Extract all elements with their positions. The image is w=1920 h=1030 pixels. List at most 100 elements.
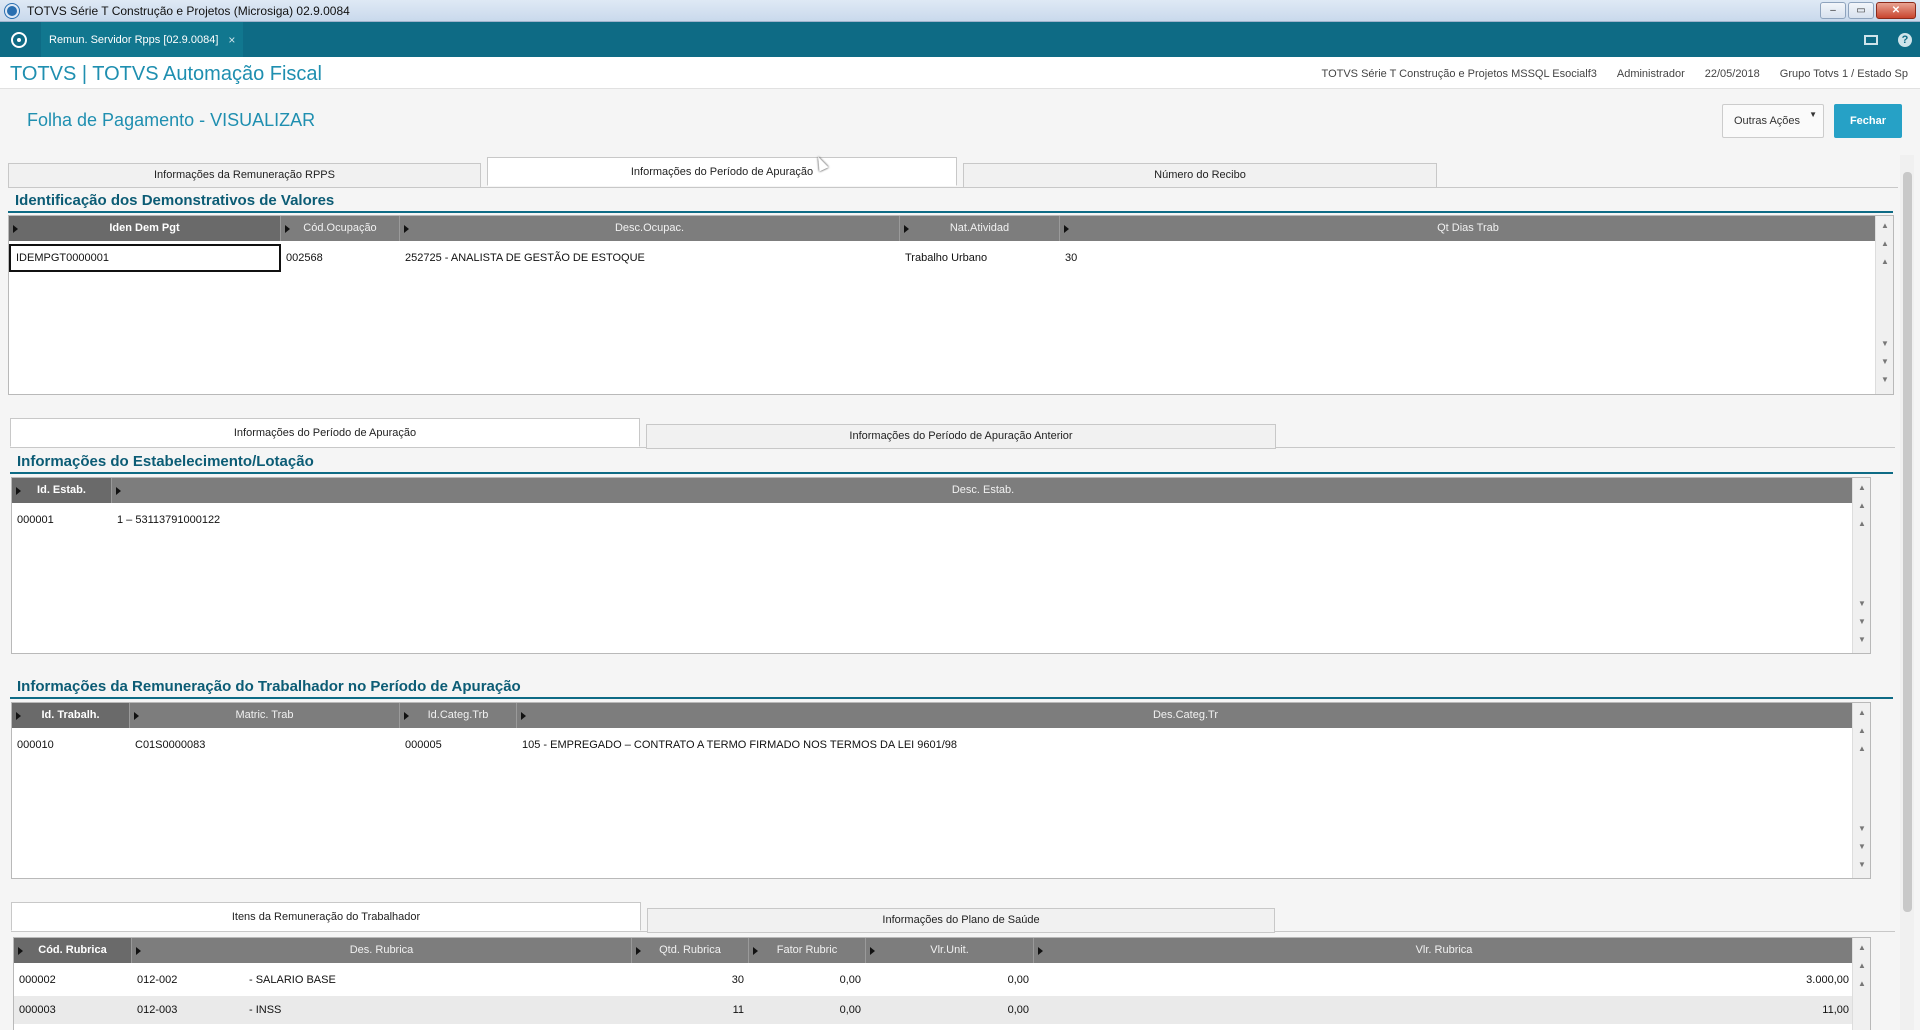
column-header[interactable]: Cód.Ocupação bbox=[281, 216, 400, 241]
table-row[interactable]: 000001 1 – 53113791000122 bbox=[12, 506, 712, 534]
column-header[interactable]: Vlr.Unit. bbox=[866, 938, 1034, 963]
scroll-page-down-icon[interactable]: ▼ bbox=[1856, 841, 1868, 853]
tab-periodo-apuracao[interactable]: Informações do Período de Apuração bbox=[487, 157, 957, 186]
sort-icon bbox=[136, 947, 141, 955]
vertical-scrollbar[interactable]: ▲ ▲ ▲ ▼ ▼ ▼ bbox=[1852, 703, 1870, 878]
table-cell[interactable]: 252725 - ANALISTA DE GESTÃO DE ESTOQUE bbox=[400, 244, 900, 272]
vertical-scrollbar[interactable]: ▲ ▲ ▲ ▼ ▼ ▼ bbox=[1852, 478, 1870, 653]
other-actions-button[interactable]: Outras Ações ▼ bbox=[1722, 104, 1824, 138]
column-header[interactable]: Id.Categ.Trb bbox=[400, 703, 517, 728]
table-row[interactable]: 000003 012-003 - INSS 11 0,00 0,00 11,00 bbox=[14, 996, 1854, 1024]
column-header[interactable]: Cód. Rubrica bbox=[14, 938, 132, 963]
scroll-top-icon[interactable]: ▲ bbox=[1856, 707, 1868, 719]
scroll-down-icon[interactable]: ▼ bbox=[1856, 598, 1868, 610]
table-cell[interactable]: 000002 bbox=[14, 966, 132, 994]
table-cell[interactable]: Trabalho Urbano bbox=[900, 244, 1060, 272]
close-tab-icon[interactable]: × bbox=[228, 33, 235, 47]
scroll-bottom-icon[interactable]: ▼ bbox=[1856, 634, 1868, 646]
table-cell[interactable]: - SALARIO BASE bbox=[244, 966, 632, 994]
table-cell[interactable]: 000003 bbox=[14, 996, 132, 1024]
table-cell[interactable]: C01S0000083 bbox=[130, 731, 400, 759]
column-header[interactable]: Fator Rubric bbox=[749, 938, 866, 963]
table-cell[interactable]: 1 – 53113791000122 bbox=[112, 506, 712, 534]
tab-plano-saude[interactable]: Informações do Plano de Saúde bbox=[647, 908, 1275, 933]
maximize-button[interactable]: ▭ bbox=[1848, 2, 1874, 19]
help-icon[interactable]: ? bbox=[1898, 32, 1912, 47]
grid-estabelecimento[interactable]: Id. Estab. Desc. Estab. 000001 1 – 53113… bbox=[11, 477, 1871, 654]
main-vertical-scrollbar[interactable] bbox=[1900, 155, 1914, 1030]
scroll-page-down-icon[interactable]: ▼ bbox=[1856, 616, 1868, 628]
scroll-thumb[interactable] bbox=[1903, 172, 1912, 912]
tab-remun-servidor[interactable]: Remun. Servidor Rpps [02.9.0084] × bbox=[41, 22, 244, 57]
table-cell[interactable]: 012-002 bbox=[132, 966, 244, 994]
column-header[interactable]: Des.Categ.Tr bbox=[517, 703, 1854, 728]
scroll-top-icon[interactable]: ▲ bbox=[1856, 482, 1868, 494]
column-header[interactable]: Qtd. Rubrica bbox=[632, 938, 749, 963]
column-header[interactable]: Matric. Trab bbox=[130, 703, 400, 728]
tab-periodo-apuracao-anterior[interactable]: Informações do Período de Apuração Anter… bbox=[646, 424, 1276, 449]
table-row[interactable]: 000002 012-002 - SALARIO BASE 30 0,00 0,… bbox=[14, 966, 1854, 994]
tab-periodo-apuracao-sub[interactable]: Informações do Período de Apuração bbox=[10, 418, 640, 447]
table-cell[interactable]: - INSS bbox=[244, 996, 632, 1024]
minimize-button[interactable]: – bbox=[1820, 2, 1846, 19]
grid-rubricas[interactable]: Cód. Rubrica Des. Rubrica Qtd. Rubrica F… bbox=[13, 937, 1871, 1030]
table-cell[interactable]: 30 bbox=[632, 966, 749, 994]
column-header[interactable]: Des. Rubrica bbox=[132, 938, 632, 963]
table-row[interactable]: IDEMPGT0000001 002568 252725 - ANALISTA … bbox=[9, 244, 1460, 272]
column-header[interactable]: Iden Dem Pgt bbox=[9, 216, 281, 241]
scroll-top-icon[interactable]: ▲ bbox=[1856, 942, 1868, 954]
table-cell[interactable]: 000005 bbox=[400, 731, 517, 759]
grid-header: Iden Dem Pgt Cód.Ocupação Desc.Ocupac. N… bbox=[9, 216, 1876, 241]
grid-demonstrativos[interactable]: Iden Dem Pgt Cód.Ocupação Desc.Ocupac. N… bbox=[8, 215, 1894, 395]
vertical-scrollbar[interactable]: ▲ ▲ ▲ ▼ ▼ ▼ bbox=[1875, 216, 1893, 394]
table-cell[interactable]: IDEMPGT0000001 bbox=[9, 244, 281, 272]
scroll-down-icon[interactable]: ▼ bbox=[1879, 338, 1891, 350]
column-header[interactable]: Desc.Ocupac. bbox=[400, 216, 900, 241]
table-cell[interactable]: 0,00 bbox=[866, 996, 1034, 1024]
table-cell[interactable]: 000010 bbox=[12, 731, 130, 759]
scroll-up-icon[interactable]: ▲ bbox=[1879, 256, 1891, 268]
grid-trabalhador[interactable]: Id. Trabalh. Matric. Trab Id.Categ.Trb D… bbox=[11, 702, 1871, 879]
table-cell[interactable]: 3.000,00 bbox=[1034, 966, 1854, 994]
mail-icon[interactable] bbox=[1864, 34, 1878, 45]
scroll-up-icon[interactable]: ▲ bbox=[1856, 978, 1868, 990]
scroll-bottom-icon[interactable]: ▼ bbox=[1856, 859, 1868, 871]
column-header[interactable]: Vlr. Rubrica bbox=[1034, 938, 1854, 963]
scroll-up-icon[interactable]: ▲ bbox=[1856, 743, 1868, 755]
scroll-page-up-icon[interactable]: ▲ bbox=[1856, 725, 1868, 737]
scroll-top-icon[interactable]: ▲ bbox=[1879, 220, 1891, 232]
vertical-scrollbar[interactable]: ▲ ▲ ▲ bbox=[1852, 938, 1870, 1030]
scroll-down-icon[interactable]: ▼ bbox=[1856, 823, 1868, 835]
table-cell[interactable]: 0,00 bbox=[866, 966, 1034, 994]
table-cell[interactable]: 0,00 bbox=[749, 966, 866, 994]
table-cell[interactable]: 30 bbox=[1060, 244, 1460, 272]
column-header[interactable]: Id. Trabalh. bbox=[12, 703, 130, 728]
table-cell[interactable]: 000001 bbox=[12, 506, 112, 534]
table-cell[interactable]: 105 - EMPREGADO – CONTRATO A TERMO FIRMA… bbox=[517, 731, 1417, 759]
table-cell[interactable]: 0,00 bbox=[749, 996, 866, 1024]
tab-numero-recibo[interactable]: Número do Recibo bbox=[963, 163, 1437, 188]
column-header[interactable]: Desc. Estab. bbox=[112, 478, 1854, 503]
close-button[interactable]: Fechar bbox=[1834, 104, 1902, 138]
table-cell[interactable]: 11 bbox=[632, 996, 749, 1024]
table-row[interactable]: 000010 C01S0000083 000005 105 - EMPREGAD… bbox=[12, 731, 1417, 759]
column-header[interactable]: Nat.Atividad bbox=[900, 216, 1060, 241]
column-header[interactable]: Qt Dias Trab bbox=[1060, 216, 1876, 241]
table-cell[interactable]: 012-003 bbox=[132, 996, 244, 1024]
column-header[interactable]: Id. Estab. bbox=[12, 478, 112, 503]
section-underline bbox=[8, 211, 1893, 213]
tab-remuneracao-rpps[interactable]: Informações da Remuneração RPPS bbox=[8, 163, 481, 188]
scroll-page-down-icon[interactable]: ▼ bbox=[1879, 356, 1891, 368]
home-icon[interactable] bbox=[11, 31, 27, 48]
scroll-up-icon[interactable]: ▲ bbox=[1856, 518, 1868, 530]
tab-label: Remun. Servidor Rpps [02.9.0084] bbox=[49, 33, 219, 46]
window-title-bar: TOTVS Série T Construção e Projetos (Mic… bbox=[0, 0, 1920, 22]
scroll-page-up-icon[interactable]: ▲ bbox=[1856, 500, 1868, 512]
scroll-page-up-icon[interactable]: ▲ bbox=[1856, 960, 1868, 972]
scroll-page-up-icon[interactable]: ▲ bbox=[1879, 238, 1891, 250]
table-cell[interactable]: 002568 bbox=[281, 244, 400, 272]
tab-itens-remuneracao[interactable]: Itens da Remuneração do Trabalhador bbox=[11, 902, 641, 931]
close-window-button[interactable]: ✕ bbox=[1876, 2, 1916, 19]
scroll-bottom-icon[interactable]: ▼ bbox=[1879, 374, 1891, 386]
table-cell[interactable]: 11,00 bbox=[1034, 996, 1854, 1024]
